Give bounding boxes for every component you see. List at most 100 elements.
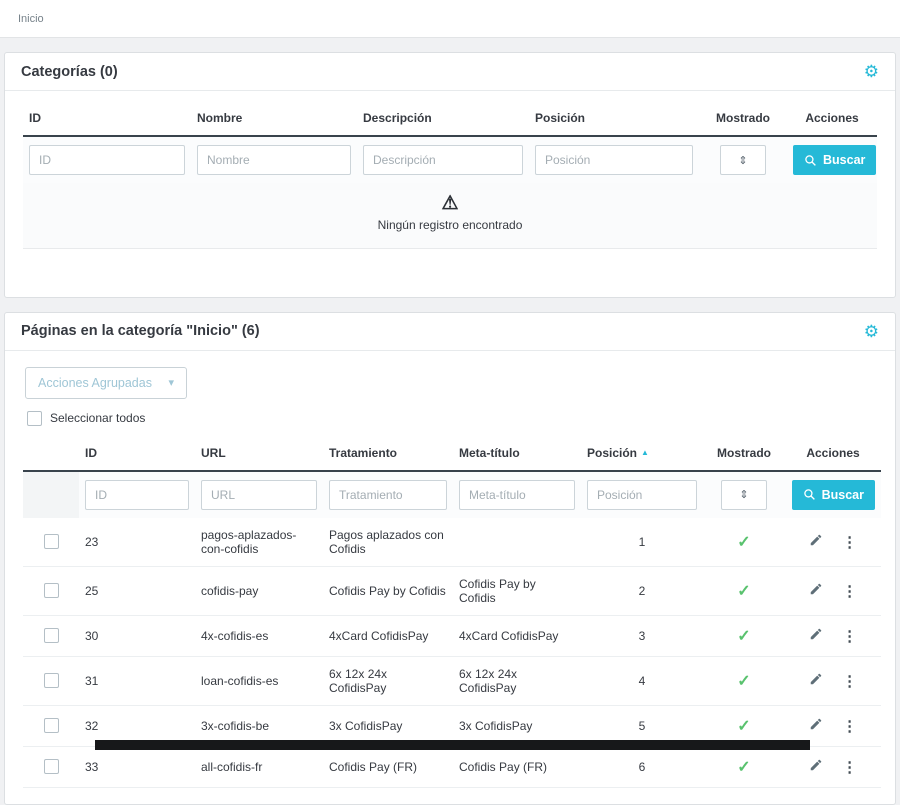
cell-meta-titulo bbox=[453, 518, 581, 567]
sort-asc-icon: ▲ bbox=[641, 448, 649, 457]
cell-id: 25 bbox=[79, 566, 195, 615]
filter-posicion-input[interactable] bbox=[535, 145, 693, 175]
select-arrows-icon: ⇕ bbox=[738, 154, 747, 167]
warning-icon: ⚠ bbox=[23, 193, 877, 216]
cell-posicion: 2 bbox=[581, 566, 703, 615]
check-icon: ✓ bbox=[737, 534, 750, 551]
row-checkbox[interactable] bbox=[44, 759, 59, 774]
pages-panel-header: Páginas en la categoría "Inicio" (6) ⚙ bbox=[5, 313, 895, 351]
check-icon: ✓ bbox=[737, 759, 750, 776]
check-icon: ✓ bbox=[737, 628, 750, 645]
search-button-label: Buscar bbox=[823, 153, 865, 167]
edit-icon[interactable] bbox=[801, 672, 831, 689]
table-row: 25 cofidis-pay Cofidis Pay by Cofidis Co… bbox=[23, 566, 881, 615]
mostrado-filter-select[interactable]: ⇕ bbox=[721, 480, 767, 510]
column-header-posicion: Posición bbox=[529, 103, 699, 136]
search-icon bbox=[804, 154, 817, 167]
kebab-menu-icon[interactable]: ⋮ bbox=[834, 759, 865, 776]
select-all-checkbox[interactable] bbox=[27, 411, 42, 426]
edit-icon[interactable] bbox=[801, 717, 831, 734]
breadcrumb: Inicio bbox=[0, 0, 900, 38]
categories-panel: Categorías (0) ⚙ ID Nombre Descripción P… bbox=[4, 52, 896, 298]
filter-meta-titulo-input[interactable] bbox=[459, 480, 575, 510]
cell-url: all-cofidis-fr bbox=[195, 746, 323, 787]
check-icon: ✓ bbox=[737, 718, 750, 735]
cell-tratamiento: Pagos aplazados con Cofidis bbox=[323, 518, 453, 567]
edit-icon[interactable] bbox=[801, 627, 831, 644]
filter-url-input[interactable] bbox=[201, 480, 317, 510]
row-checkbox[interactable] bbox=[44, 718, 59, 733]
cell-url: cofidis-pay bbox=[195, 566, 323, 615]
cell-posicion: 3 bbox=[581, 615, 703, 656]
breadcrumb-label: Inicio bbox=[18, 13, 44, 25]
select-all-control[interactable]: Seleccionar todos bbox=[27, 411, 877, 426]
cell-tratamiento: 6x 12x 24x CofidisPay bbox=[323, 656, 453, 705]
row-checkbox[interactable] bbox=[44, 534, 59, 549]
gear-icon[interactable]: ⚙ bbox=[864, 63, 879, 80]
column-header-id: ID bbox=[23, 103, 191, 136]
categories-header-row: ID Nombre Descripción Posición Mostrado … bbox=[23, 103, 877, 136]
search-button[interactable]: Buscar bbox=[793, 145, 876, 175]
filter-posicion-input[interactable] bbox=[587, 480, 697, 510]
cell-url: loan-cofidis-es bbox=[195, 656, 323, 705]
kebab-menu-icon[interactable]: ⋮ bbox=[834, 583, 865, 600]
filter-descripcion-input[interactable] bbox=[363, 145, 523, 175]
kebab-menu-icon[interactable]: ⋮ bbox=[834, 628, 865, 645]
edit-icon[interactable] bbox=[801, 582, 831, 599]
column-header-posicion-sort[interactable]: Posición▲ bbox=[581, 438, 703, 471]
chevron-down-icon: ▾ bbox=[168, 376, 174, 389]
edit-icon[interactable] bbox=[801, 533, 831, 550]
cell-posicion: 6 bbox=[581, 746, 703, 787]
cell-meta-titulo: 6x 12x 24x CofidisPay bbox=[453, 656, 581, 705]
search-button[interactable]: Buscar bbox=[792, 480, 875, 510]
cell-tratamiento: Cofidis Pay by Cofidis bbox=[323, 566, 453, 615]
table-row: 31 loan-cofidis-es 6x 12x 24x CofidisPay… bbox=[23, 656, 881, 705]
cell-meta-titulo: Cofidis Pay (FR) bbox=[453, 746, 581, 787]
filter-id-input[interactable] bbox=[29, 145, 185, 175]
cell-tratamiento: Cofidis Pay (FR) bbox=[323, 746, 453, 787]
kebab-menu-icon[interactable]: ⋮ bbox=[834, 534, 865, 551]
cell-id: 31 bbox=[79, 656, 195, 705]
categories-filter-row: ⇕ Buscar bbox=[23, 136, 877, 183]
search-icon bbox=[803, 488, 816, 501]
select-all-label: Seleccionar todos bbox=[50, 411, 145, 425]
cell-posicion: 1 bbox=[581, 518, 703, 567]
column-header-meta-titulo: Meta-título bbox=[453, 438, 581, 471]
filter-id-input[interactable] bbox=[85, 480, 189, 510]
kebab-menu-icon[interactable]: ⋮ bbox=[834, 718, 865, 735]
empty-state-message: Ningún registro encontrado bbox=[23, 218, 877, 232]
empty-state-row: ⚠ Ningún registro encontrado bbox=[23, 183, 877, 248]
column-header-checkbox bbox=[23, 438, 79, 471]
cell-url: pagos-aplazados-con-cofidis bbox=[195, 518, 323, 567]
kebab-menu-icon[interactable]: ⋮ bbox=[834, 673, 865, 690]
table-row: 33 all-cofidis-fr Cofidis Pay (FR) Cofid… bbox=[23, 746, 881, 787]
filter-nombre-input[interactable] bbox=[197, 145, 351, 175]
pages-filter-row: ⇕ Buscar bbox=[23, 471, 881, 518]
column-header-tratamiento: Tratamiento bbox=[323, 438, 453, 471]
select-arrows-icon: ⇕ bbox=[739, 488, 748, 501]
gear-icon[interactable]: ⚙ bbox=[864, 323, 879, 340]
check-icon: ✓ bbox=[737, 583, 750, 600]
pages-panel-title: Páginas en la categoría "Inicio" (6) bbox=[21, 323, 260, 339]
row-checkbox[interactable] bbox=[44, 628, 59, 643]
row-checkbox[interactable] bbox=[44, 673, 59, 688]
search-button-label: Buscar bbox=[822, 488, 864, 502]
column-header-nombre: Nombre bbox=[191, 103, 357, 136]
cell-meta-titulo: Cofidis Pay by Cofidis bbox=[453, 566, 581, 615]
bulk-actions-button[interactable]: Acciones Agrupadas ▾ bbox=[25, 367, 187, 399]
filter-tratamiento-input[interactable] bbox=[329, 480, 447, 510]
column-header-mostrado: Mostrado bbox=[699, 103, 787, 136]
cell-posicion: 4 bbox=[581, 656, 703, 705]
cell-tratamiento: 4xCard CofidisPay bbox=[323, 615, 453, 656]
column-header-acciones: Acciones bbox=[785, 438, 881, 471]
row-checkbox[interactable] bbox=[44, 583, 59, 598]
cell-id: 30 bbox=[79, 615, 195, 656]
column-header-acciones: Acciones bbox=[787, 103, 877, 136]
edit-icon[interactable] bbox=[801, 758, 831, 775]
debug-toolbar[interactable] bbox=[95, 740, 810, 750]
cell-url: 4x-cofidis-es bbox=[195, 615, 323, 656]
cell-meta-titulo: 4xCard CofidisPay bbox=[453, 615, 581, 656]
categories-panel-header: Categorías (0) ⚙ bbox=[5, 53, 895, 91]
categories-table: ID Nombre Descripción Posición Mostrado … bbox=[23, 103, 877, 249]
mostrado-filter-select[interactable]: ⇕ bbox=[720, 145, 766, 175]
